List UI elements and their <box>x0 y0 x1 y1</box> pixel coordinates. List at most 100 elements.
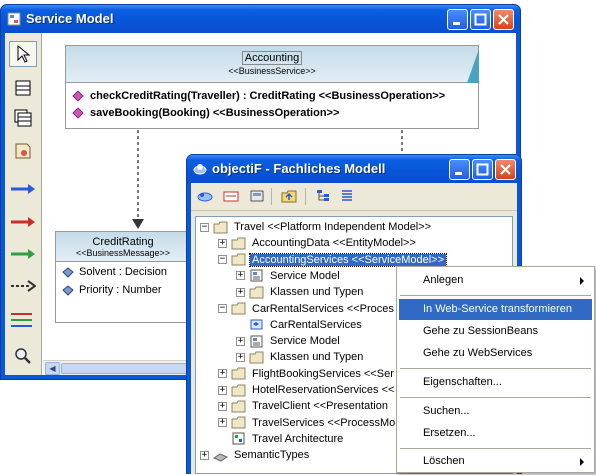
minimize-button[interactable] <box>447 9 468 30</box>
attribute-label: Solvent : Decision <box>79 266 168 278</box>
select-tool-button[interactable] <box>9 41 37 67</box>
menu-item-label: In Web-Service transformieren <box>423 303 572 315</box>
expand-toggle-icon[interactable]: + <box>236 271 245 281</box>
expand-toggle-icon[interactable]: + <box>236 352 245 362</box>
menu-item-anlegen[interactable]: Anlegen <box>399 270 592 291</box>
multi-arrow-icon <box>11 313 32 327</box>
expand-toggle-icon[interactable]: + <box>236 336 245 346</box>
tree-item-label: CarRentalServices <box>270 318 362 331</box>
tree-item[interactable]: + AccountingData <<EntityModel>> <box>218 235 418 251</box>
note-tool-button[interactable] <box>9 138 37 164</box>
arrow-pointer-icon <box>17 45 31 63</box>
card-icon <box>223 191 239 202</box>
close-button[interactable] <box>493 9 514 30</box>
menu-item-properties[interactable]: Eigenschaften... <box>399 372 592 393</box>
tree-item[interactable]: + Klassen und Typen <box>236 349 365 365</box>
expand-toggle-icon[interactable]: − <box>218 255 227 265</box>
attribute-row[interactable]: Priority : Number <box>62 284 162 296</box>
expand-toggle-icon[interactable]: + <box>218 238 227 248</box>
context-menu: Anlegen In Web-Service transformieren Ge… <box>396 266 595 473</box>
menu-item-delete[interactable]: Löschen <box>399 451 592 472</box>
tree-item[interactable]: CarRentalServices <box>236 317 364 333</box>
toolbar-button[interactable] <box>279 187 299 205</box>
tree-item-label: HotelReservationServices << <box>252 384 395 396</box>
menu-item-label: Gehe zu WebServices <box>423 347 533 359</box>
tree-item[interactable]: + TravelClient <<Presentation <box>218 398 390 414</box>
flow-tool-button[interactable] <box>9 273 37 299</box>
hierarchy-icon <box>317 190 329 201</box>
tree-item[interactable]: Travel Architecture <box>218 431 345 447</box>
tree-item-label: Service Model <box>270 269 340 282</box>
note-icon <box>15 143 31 159</box>
tree-item[interactable]: + Klassen und Typen <box>236 284 365 300</box>
objectif-logo-icon <box>193 164 207 175</box>
dashed-arrow-icon <box>11 280 36 292</box>
dependency-tool-button[interactable] <box>9 209 37 235</box>
creditrating-name: CreditRating <box>92 236 154 248</box>
expand-toggle-icon[interactable]: + <box>218 401 227 411</box>
composite-tool-button[interactable] <box>9 307 37 333</box>
tree-item[interactable]: − Travel <<Platform Independent Model>> <box>200 219 433 235</box>
package-tool-button[interactable] <box>9 105 37 131</box>
package-folder-icon <box>231 253 246 266</box>
service-model-titlebar[interactable]: Service Model <box>1 5 520 33</box>
architecture-icon <box>232 432 245 445</box>
expand-toggle-icon[interactable]: − <box>200 222 209 232</box>
close-button[interactable] <box>495 159 516 180</box>
menu-item-transform-web-service[interactable]: In Web-Service transformieren <box>399 299 592 320</box>
menu-item-goto-webservices[interactable]: Gehe zu WebServices <box>399 343 592 364</box>
toolbar-button[interactable] <box>247 187 267 205</box>
menu-separator <box>400 295 591 296</box>
tree-item-label: TravelClient <<Presentation <box>252 400 388 413</box>
tree-item-label: TravelServices <<ProcessMo <box>252 416 396 429</box>
tree-item-label: Klassen und Typen <box>270 286 364 299</box>
attribute-row[interactable]: Solvent : Decision <box>62 266 167 278</box>
tree-item[interactable]: + TravelServices <<ProcessMo <box>218 415 397 431</box>
scroll-left-button[interactable]: ◀ <box>45 362 60 375</box>
realization-tool-button[interactable] <box>9 241 37 267</box>
toolbar-button[interactable] <box>313 187 333 205</box>
zoom-tool-button[interactable] <box>9 343 37 369</box>
maximize-button[interactable] <box>470 9 491 30</box>
menu-item-label: Suchen... <box>423 405 470 417</box>
tree-item[interactable]: − CarRentalServices <<Proces <box>218 301 396 317</box>
tree-item[interactable]: + HotelReservationServices << <box>218 382 396 398</box>
creditrating-stereotype: <<BusinessMessage>> <box>75 248 171 258</box>
objectif-titlebar[interactable]: objectiF - Fachliches Modell <box>187 155 521 183</box>
tree-item[interactable]: + SemanticTypes <box>200 447 311 463</box>
association-tool-button[interactable] <box>9 176 37 202</box>
menu-item-label: Eigenschaften... <box>423 376 502 388</box>
expand-toggle-icon[interactable]: + <box>218 418 227 428</box>
toolbar-button[interactable] <box>337 187 357 205</box>
maximize-icon <box>476 163 489 176</box>
expand-toggle-icon[interactable]: − <box>218 304 227 313</box>
tree-item[interactable]: + Service Model <box>236 268 342 284</box>
expand-toggle-icon[interactable]: + <box>236 287 245 297</box>
scroll-thumb[interactable] <box>61 363 191 374</box>
tree-item[interactable]: + FlightBookingServices <<Ser <box>218 366 396 382</box>
maximize-button[interactable] <box>472 159 493 180</box>
tree-item-label: Travel <<Platform Independent Model>> <box>234 221 432 233</box>
menu-item-search[interactable]: Suchen... <box>399 401 592 422</box>
magnifier-icon <box>15 348 31 364</box>
attribute-icon <box>62 266 74 278</box>
submenu-arrow-icon <box>580 458 584 466</box>
toolbar-button[interactable] <box>195 187 215 205</box>
diagram-icon <box>250 335 263 348</box>
expand-toggle-icon[interactable]: + <box>200 450 209 460</box>
menu-item-goto-sessionbeans[interactable]: Gehe zu SessionBeans <box>399 321 592 342</box>
menu-item-label: Gehe zu SessionBeans <box>423 325 538 337</box>
attribute-icon <box>62 284 74 296</box>
toolbar-button[interactable] <box>221 187 241 205</box>
minimize-button[interactable] <box>449 159 470 180</box>
expand-toggle-icon[interactable]: + <box>218 385 227 395</box>
list-icon <box>342 190 352 201</box>
expand-toggle-icon[interactable]: + <box>218 369 227 379</box>
tree-item-label: Travel Architecture <box>252 432 344 445</box>
tree-item[interactable]: + Service Model <box>236 333 342 349</box>
class-tool-button[interactable] <box>9 75 37 101</box>
menu-item-replace[interactable]: Ersetzen... <box>399 423 592 444</box>
creditrating-class-box[interactable]: CreditRating <<BusinessMessage>> Solvent… <box>55 231 191 323</box>
service-icon <box>250 319 263 330</box>
tree-item-label: AccountingData <<EntityModel>> <box>252 237 416 250</box>
